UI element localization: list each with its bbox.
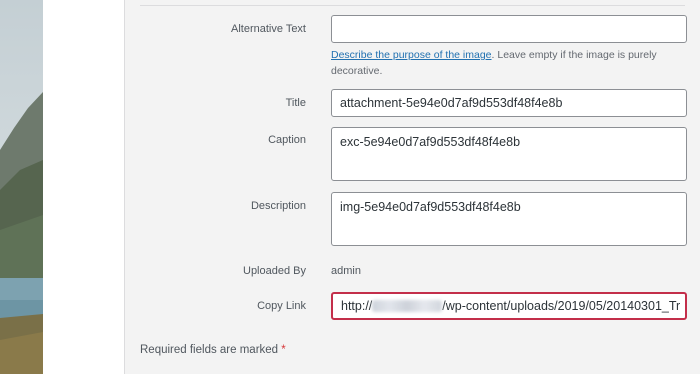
required-fields-text: Required fields are marked <box>140 344 279 356</box>
title-input[interactable]: attachment-5e94e0d7af9d553df48f4e8b <box>331 89 687 117</box>
describe-purpose-link[interactable]: Describe the purpose of the image <box>331 49 492 61</box>
uploaded-by-value: admin <box>331 265 361 277</box>
attachment-image-preview <box>0 0 43 374</box>
copy-link-label: Copy Link <box>257 300 306 312</box>
attachment-details-panel: Alternative Text Describe the purpose of… <box>124 0 700 374</box>
modal-gutter <box>43 0 124 374</box>
section-divider <box>140 0 685 6</box>
copy-link-path: /wp-content/uploads/2019/05/20140301_Tr <box>442 299 681 313</box>
copy-link-input[interactable]: http:// /wp-content/uploads/2019/05/20140… <box>331 292 687 320</box>
alt-text-label: Alternative Text <box>230 23 306 35</box>
required-fields-note: Required fields are marked * <box>140 344 286 356</box>
uploaded-by-label: Uploaded By <box>243 265 306 277</box>
title-label: Title <box>285 97 306 109</box>
alt-text-input[interactable] <box>331 15 687 43</box>
caption-textarea[interactable]: exc-5e94e0d7af9d553df48f4e8b <box>331 127 687 181</box>
description-textarea[interactable]: img-5e94e0d7af9d553df48f4e8b <box>331 192 687 246</box>
caption-label: Caption <box>268 134 306 146</box>
redacted-domain <box>372 300 443 312</box>
alt-text-help: Describe the purpose of the image. Leave… <box>331 47 671 79</box>
copy-link-prefix: http:// <box>341 299 373 313</box>
description-label: Description <box>250 200 306 212</box>
required-asterisk: * <box>281 344 286 356</box>
